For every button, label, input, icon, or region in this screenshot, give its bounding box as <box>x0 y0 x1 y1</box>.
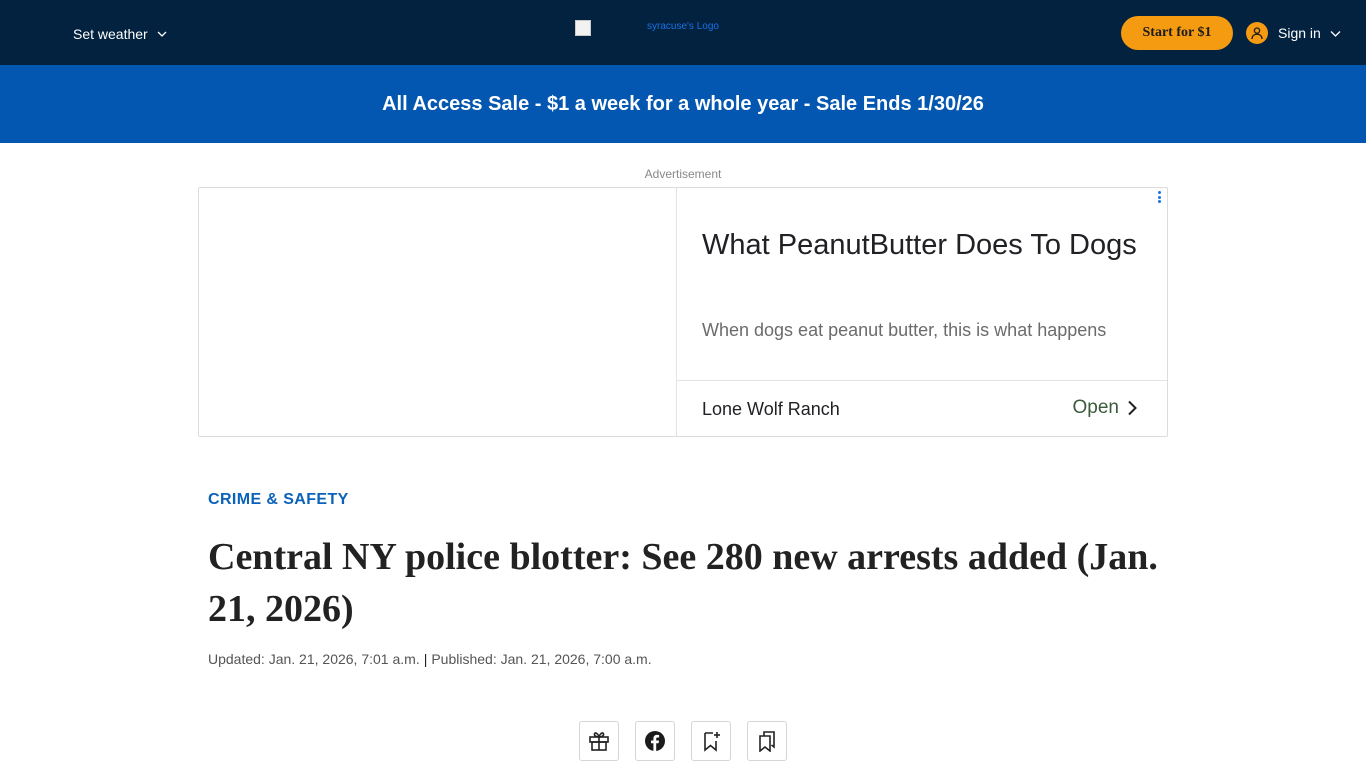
saved-articles-button[interactable] <box>747 721 787 761</box>
bookmark-add-icon <box>704 732 720 752</box>
save-article-button[interactable] <box>691 721 731 761</box>
chevron-right-icon <box>1128 400 1137 416</box>
advertisement-label: Advertisement <box>644 167 722 181</box>
ad-open-button[interactable]: Open <box>1073 397 1137 419</box>
chevron-down-icon <box>157 31 167 37</box>
logo-alt-text: syracuse's Logo <box>647 21 719 32</box>
ad-footer: Lone Wolf Ranch Open <box>677 380 1167 436</box>
ad-advertiser[interactable]: Lone Wolf Ranch <box>702 399 840 420</box>
chevron-down-icon <box>1330 30 1341 37</box>
start-subscription-button[interactable]: Start for $1 <box>1121 16 1233 50</box>
top-nav: Set weather syracuse's Logo Start for $1… <box>0 0 1366 65</box>
timestamp-separator: | <box>423 651 428 667</box>
promo-banner[interactable]: All Access Sale - $1 a week for a whole … <box>0 65 1366 143</box>
ad-description: When dogs eat peanut butter, this is wha… <box>702 320 1107 340</box>
gift-icon <box>589 732 609 751</box>
updated-timestamp: Updated: Jan. 21, 2026, 7:01 a.m. <box>208 651 420 667</box>
published-timestamp: Published: Jan. 21, 2026, 7:00 a.m. <box>431 651 652 667</box>
set-weather-button[interactable]: Set weather <box>73 23 167 45</box>
ad-image[interactable] <box>199 188 677 436</box>
ad-options-icon[interactable] <box>1156 191 1162 203</box>
ad-unit[interactable]: What PeanutButter Does To Dogs When dogs… <box>198 187 1168 437</box>
saved-bookmarks-icon <box>759 731 775 752</box>
section-kicker-link[interactable]: CRIME & SAFETY <box>208 491 349 509</box>
sign-in-label: Sign in <box>1278 25 1321 41</box>
user-icon <box>1246 22 1268 44</box>
sign-in-button[interactable]: Sign in <box>1246 21 1341 45</box>
gift-article-button[interactable] <box>579 721 619 761</box>
ad-open-label: Open <box>1072 397 1119 418</box>
set-weather-label: Set weather <box>73 26 148 42</box>
facebook-icon <box>645 731 665 751</box>
broken-image-icon <box>575 20 591 36</box>
ad-headline[interactable]: What PeanutButter Does To Dogs <box>702 226 1142 265</box>
site-logo[interactable]: syracuse's Logo <box>575 20 719 40</box>
article-headline: Central NY police blotter: See 280 new a… <box>208 536 1158 630</box>
share-toolbar <box>579 721 787 761</box>
facebook-share-button[interactable] <box>635 721 675 761</box>
promo-text: All Access Sale - $1 a week for a whole … <box>382 92 984 115</box>
article-timestamps: Updated: Jan. 21, 2026, 7:01 a.m. | Publ… <box>208 651 652 667</box>
